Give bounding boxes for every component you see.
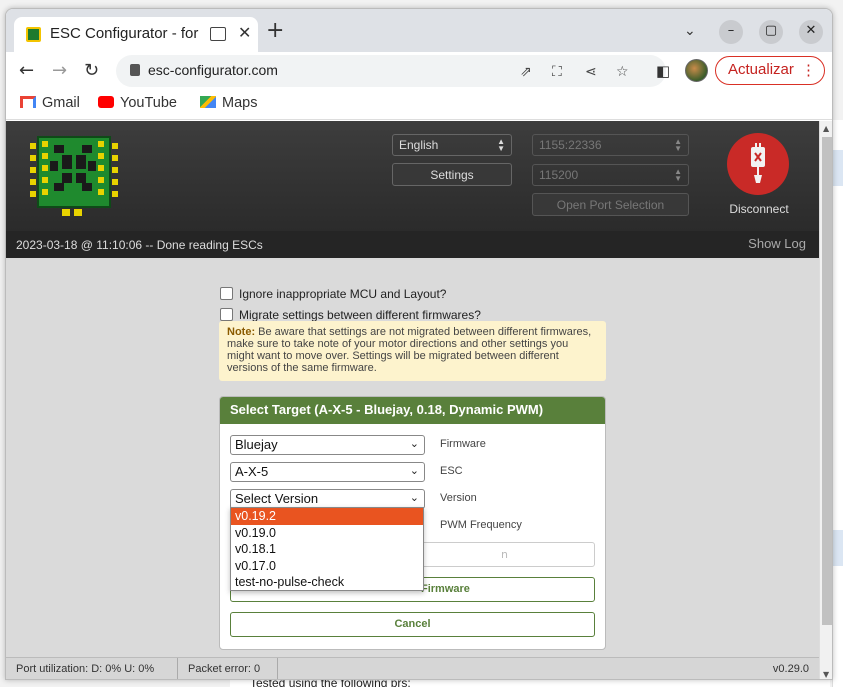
bookmark-youtube-label: YouTube [120, 95, 177, 111]
bookmark-maps[interactable]: Maps [200, 95, 257, 111]
menu-dots-icon: ⋮ [801, 62, 816, 79]
version-dropdown-list: v0.19.2 v0.19.0 v0.18.1 v0.17.0 test-no-… [230, 507, 424, 591]
show-log-button[interactable]: Show Log [748, 236, 806, 251]
tab-esc-configurator[interactable]: ESC Configurator - for ✕ [14, 17, 258, 52]
side-panel-icon[interactable]: ◧ [656, 62, 670, 80]
maps-icon [200, 96, 216, 108]
translate-icon[interactable]: ⛶ [552, 64, 562, 80]
close-tab-button[interactable]: ✕ [238, 23, 251, 42]
log-message: 2023-03-18 @ 11:10:06 -- Done reading ES… [16, 238, 263, 252]
esc-select[interactable]: A-X-5 ⌄ [230, 462, 425, 482]
version-label: Version [440, 492, 477, 504]
version-select[interactable]: Select Version ⌄ [230, 489, 425, 509]
ignore-mcu-checkbox[interactable] [220, 287, 233, 300]
tab-title: ESC Configurator - for [50, 25, 199, 42]
version-option[interactable]: v0.19.0 [231, 525, 423, 542]
scroll-up-icon[interactable]: ▲ [823, 124, 829, 133]
usb-plug-icon [751, 143, 765, 183]
bookmark-gmail-label: Gmail [42, 95, 80, 111]
esc-favicon-icon [26, 27, 41, 42]
chevron-down-icon[interactable]: ⌄ [684, 23, 696, 39]
version-option[interactable]: test-no-pulse-check [231, 574, 423, 591]
select-target-title: Select Target (A-X-5 - Bluejay, 0.18, Dy… [220, 397, 605, 424]
share-icon[interactable]: ⋖ [585, 64, 597, 80]
reload-icon[interactable]: ↻ [84, 60, 99, 81]
app-version: v0.29.0 [772, 663, 809, 675]
scroll-down-icon[interactable]: ▼ [823, 670, 829, 679]
esc-select-value: A-X-5 [235, 464, 269, 479]
port-select[interactable]: 1155:22336 ▲ ▼ [532, 134, 689, 156]
updown-arrow-icon: ▲ ▼ [497, 137, 505, 153]
version-option[interactable]: v0.18.1 [231, 541, 423, 558]
lock-icon[interactable] [130, 64, 140, 76]
disconnect-button[interactable] [727, 133, 789, 195]
pwm-frequency-label: PWM Frequency [440, 519, 522, 531]
browser-toolbar: ← → ↻ esc-configurator.com ⇗ ⛶ ⋖ ☆ ◧ Act… [6, 52, 832, 90]
app-footer: Port utilization: D: 0% U: 0% Packet err… [6, 657, 819, 679]
chevron-down-icon: ⌄ [409, 465, 419, 477]
bookmark-gmail[interactable]: Gmail [20, 95, 80, 111]
migrate-option[interactable]: Migrate settings between different firmw… [220, 308, 481, 322]
gmail-icon [20, 96, 36, 108]
esc-board-logo [30, 136, 118, 216]
page-scrollbar[interactable]: ▲ ▼ [819, 121, 832, 679]
note-text: Be aware that settings are not migrated … [227, 326, 592, 374]
forward-arrow-icon[interactable]: → [52, 60, 67, 81]
bookmark-star-icon[interactable]: ☆ [616, 64, 629, 80]
maximize-button[interactable]: ▢ [759, 20, 783, 44]
browser-window: ESC Configurator - for ✕ + ⌄ – ▢ ✕ ← → ↻… [5, 8, 833, 680]
url-text[interactable]: esc-configurator.com [148, 62, 278, 78]
address-bar[interactable]: esc-configurator.com ⇗ ⛶ ⋖ ☆ [116, 55, 666, 87]
ignore-mcu-option[interactable]: Ignore inappropriate MCU and Layout? [220, 287, 446, 301]
minimize-button[interactable]: – [719, 20, 743, 44]
new-tab-button[interactable]: + [266, 20, 284, 42]
firmware-select[interactable]: Bluejay ⌄ [230, 435, 425, 455]
cancel-button[interactable]: Cancel [230, 612, 595, 637]
media-icon[interactable] [210, 27, 226, 41]
packet-error: Packet error: 0 [178, 658, 278, 679]
firmware-label: Firmware [440, 438, 486, 450]
bookmarks-bar: Gmail YouTube Maps [6, 90, 832, 120]
language-select-value: English [399, 138, 439, 152]
update-button[interactable]: Actualizar ⋮ [715, 56, 825, 85]
updown-arrow-icon: ▲ ▼ [674, 167, 682, 183]
esc-configurator-app: English ▲ ▼ Settings 1155:22336 ▲ ▼ 115200… [6, 121, 819, 679]
disconnect-label: Disconnect [729, 202, 789, 216]
migrate-label: Migrate settings between different firmw… [239, 308, 481, 322]
baud-select-value: 115200 [539, 168, 579, 182]
note-prefix: Note: [227, 326, 256, 338]
version-select-value: Select Version [235, 491, 319, 506]
migration-note: Note: Be aware that settings are not mig… [219, 321, 606, 381]
chevron-down-icon: ⌄ [409, 492, 419, 504]
version-option[interactable]: v0.19.2 [231, 508, 423, 525]
version-option[interactable]: v0.17.0 [231, 558, 423, 575]
ignore-mcu-label: Ignore inappropriate MCU and Layout? [239, 287, 447, 301]
tab-strip: ESC Configurator - for ✕ + ⌄ – ▢ ✕ [6, 9, 832, 52]
scrollbar-thumb[interactable] [822, 137, 832, 625]
port-utilization: Port utilization: D: 0% U: 0% [6, 658, 178, 679]
updown-arrow-icon: ▲ ▼ [674, 137, 682, 153]
youtube-icon [98, 96, 114, 108]
migrate-checkbox[interactable] [220, 308, 233, 321]
firmware-select-value: Bluejay [235, 437, 278, 452]
language-select[interactable]: English ▲ ▼ [392, 134, 512, 156]
open-in-app-icon[interactable]: ⇗ [520, 64, 532, 80]
chevron-down-icon: ⌄ [409, 438, 419, 450]
close-window-button[interactable]: ✕ [799, 20, 823, 44]
app-header: English ▲ ▼ Settings 1155:22336 ▲ ▼ 115200… [6, 121, 819, 231]
bookmark-youtube[interactable]: YouTube [98, 95, 177, 111]
update-button-label: Actualizar [728, 61, 794, 78]
bookmark-maps-label: Maps [222, 95, 258, 111]
port-select-value: 1155:22336 [539, 138, 602, 152]
log-bar: 2023-03-18 @ 11:10:06 -- Done reading ES… [6, 231, 819, 258]
settings-button[interactable]: Settings [392, 163, 512, 186]
open-port-selection-button[interactable]: Open Port Selection [532, 193, 689, 216]
profile-avatar[interactable] [685, 59, 708, 82]
baud-select[interactable]: 115200 ▲ ▼ [532, 164, 689, 186]
back-arrow-icon[interactable]: ← [19, 60, 34, 81]
background-window-edge [832, 120, 843, 687]
esc-label: ESC [440, 465, 463, 477]
